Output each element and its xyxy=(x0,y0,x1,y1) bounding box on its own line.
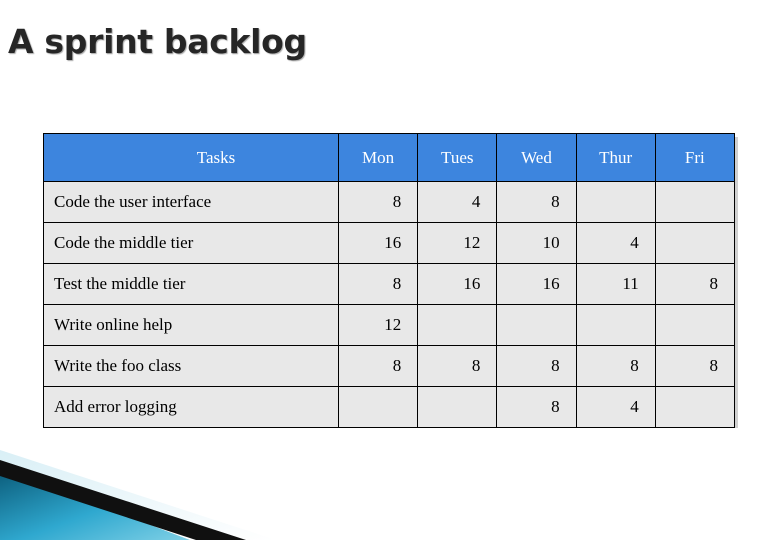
task-hours-thur: 4 xyxy=(575,386,656,428)
task-hours-wed: 8 xyxy=(496,345,577,387)
column-header-thur: Thur xyxy=(575,133,656,182)
column-header-tasks: Tasks xyxy=(43,133,339,182)
page-title: A sprint backlog xyxy=(8,22,307,61)
task-hours-thur xyxy=(575,181,656,223)
task-hours-mon: 8 xyxy=(337,263,419,305)
task-hours-thur: 11 xyxy=(575,263,656,305)
task-name: Test the middle tier xyxy=(43,263,339,305)
task-hours-wed: 8 xyxy=(496,386,577,428)
table-row: Write the foo class 8 8 8 8 8 xyxy=(43,345,735,387)
table-row: Add error logging 8 4 xyxy=(43,386,735,428)
task-hours-fri xyxy=(654,181,735,223)
task-hours-fri: 8 xyxy=(654,263,735,305)
task-hours-mon: 12 xyxy=(337,304,419,346)
task-hours-fri xyxy=(654,222,735,264)
task-hours-mon xyxy=(337,386,419,428)
task-name: Code the middle tier xyxy=(43,222,339,264)
table-header-row: Tasks Mon Tues Wed Thur Fri xyxy=(43,133,735,182)
task-hours-wed: 16 xyxy=(496,263,577,305)
column-header-fri: Fri xyxy=(654,133,735,182)
task-hours-tues: 4 xyxy=(417,181,498,223)
task-hours-tues xyxy=(417,304,498,346)
table-row: Code the middle tier 16 12 10 4 xyxy=(43,222,735,264)
task-hours-wed xyxy=(496,304,577,346)
task-name: Code the user interface xyxy=(43,181,339,223)
task-hours-mon: 8 xyxy=(337,345,419,387)
column-header-mon: Mon xyxy=(337,133,419,182)
task-hours-mon: 8 xyxy=(337,181,419,223)
column-header-wed: Wed xyxy=(496,133,577,182)
table-row: Test the middle tier 8 16 16 11 8 xyxy=(43,263,735,305)
task-hours-fri: 8 xyxy=(654,345,735,387)
column-header-tues: Tues xyxy=(417,133,498,182)
task-hours-wed: 8 xyxy=(496,181,577,223)
task-hours-wed: 10 xyxy=(496,222,577,264)
sprint-backlog-table: Tasks Mon Tues Wed Thur Fri Code the use… xyxy=(43,133,735,428)
task-hours-tues: 16 xyxy=(417,263,498,305)
task-hours-thur xyxy=(575,304,656,346)
task-hours-thur: 4 xyxy=(575,222,656,264)
task-hours-fri xyxy=(654,386,735,428)
task-hours-tues xyxy=(417,386,498,428)
task-hours-mon: 16 xyxy=(337,222,419,264)
task-hours-fri xyxy=(654,304,735,346)
corner-ribbon-graphic xyxy=(0,450,276,540)
table-row: Write online help 12 xyxy=(43,304,735,346)
task-name: Write online help xyxy=(43,304,339,346)
task-hours-tues: 12 xyxy=(417,222,498,264)
task-hours-thur: 8 xyxy=(575,345,656,387)
task-name: Write the foo class xyxy=(43,345,339,387)
table-row: Code the user interface 8 4 8 xyxy=(43,181,735,223)
task-hours-tues: 8 xyxy=(417,345,498,387)
task-name: Add error logging xyxy=(43,386,339,428)
